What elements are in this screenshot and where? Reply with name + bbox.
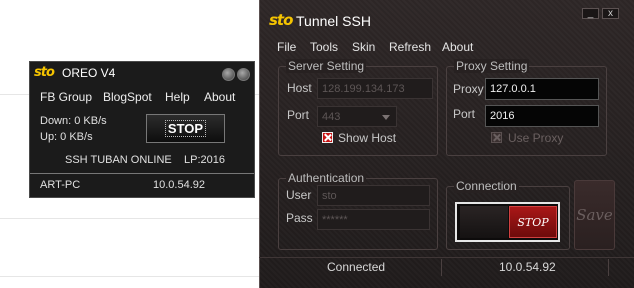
oreo-divider	[30, 173, 254, 174]
menu-fb-group[interactable]: FB Group	[40, 90, 92, 104]
proxy-port-field[interactable]: 2016	[485, 105, 599, 127]
minimize-button[interactable]: _	[582, 8, 599, 19]
computer-name: ART-PC	[40, 179, 81, 191]
host-field[interactable]: 128.199.134.173	[317, 78, 433, 99]
upload-speed: Up: 0 KB/s	[40, 131, 93, 143]
close-button[interactable]	[237, 68, 250, 81]
download-speed: Down: 0 KB/s	[40, 115, 107, 127]
pass-label: Pass	[286, 211, 313, 225]
authentication-legend: Authentication	[286, 171, 367, 185]
toggle-thumb: STOP	[509, 206, 557, 238]
oreo-titlebar[interactable]: sto OREO V4	[30, 62, 254, 84]
sto-logo: sto	[269, 11, 293, 29]
menu-help[interactable]: Help	[165, 90, 190, 104]
status-separator	[441, 259, 442, 276]
tunnel-window-title: Tunnel SSH	[296, 13, 371, 29]
menu-about[interactable]: About	[442, 40, 473, 54]
sto-logo: sto	[34, 65, 55, 80]
online-status-text: SSH TUBAN ONLINE	[65, 154, 172, 166]
password-field[interactable]: ******	[317, 209, 430, 230]
server-port-select[interactable]: 443	[317, 106, 397, 127]
close-button[interactable]: x	[602, 8, 619, 19]
stop-button-label: STOP	[164, 120, 207, 137]
status-separator	[608, 259, 609, 276]
stop-button[interactable]: STOP	[146, 114, 225, 143]
toggle-track	[460, 206, 508, 238]
save-button-label: Save	[576, 206, 613, 224]
server-port-value: 443	[322, 111, 341, 123]
proxy-field[interactable]: 127.0.0.1	[485, 78, 599, 100]
local-ip: 10.0.54.92	[153, 179, 205, 191]
use-proxy-label: Use Proxy	[508, 131, 564, 145]
menu-file[interactable]: File	[277, 40, 296, 54]
use-proxy-checkbox[interactable]	[491, 132, 502, 143]
online-status: SSH TUBAN ONLINE LP:2016	[65, 154, 225, 166]
show-host-checkbox[interactable]	[322, 132, 333, 143]
menu-blogspot[interactable]: BlogSpot	[103, 90, 152, 104]
port-label: Port	[287, 108, 310, 122]
status-ip: 10.0.54.92	[499, 260, 556, 274]
server-setting-legend: Server Setting	[286, 59, 367, 73]
menu-about[interactable]: About	[204, 90, 235, 104]
user-label: User	[286, 188, 312, 202]
proxy-label: Proxy	[453, 82, 484, 96]
connection-legend: Connection	[454, 179, 519, 193]
connection-status: Connected	[327, 260, 386, 274]
menu-skin[interactable]: Skin	[352, 40, 375, 54]
oreo-window: sto OREO V4 FB Group BlogSpot Help About…	[29, 61, 255, 198]
connection-toggle[interactable]: STOP	[455, 202, 560, 242]
status-bar	[259, 257, 634, 288]
oreo-window-title: OREO V4	[62, 66, 116, 80]
minimize-button[interactable]	[222, 68, 235, 81]
menu-tools[interactable]: Tools	[310, 40, 338, 54]
host-label: Host	[287, 81, 312, 95]
show-host-label: Show Host	[338, 131, 397, 145]
menu-refresh[interactable]: Refresh	[389, 40, 431, 54]
user-field[interactable]: sto	[317, 185, 430, 206]
proxy-port-label: Port	[453, 107, 476, 121]
chevron-down-icon	[382, 115, 390, 120]
listen-port: LP:2016	[184, 154, 225, 166]
toggle-label: STOP	[517, 215, 549, 229]
save-button[interactable]: Save	[574, 180, 615, 250]
proxy-setting-legend: Proxy Setting	[454, 59, 530, 73]
